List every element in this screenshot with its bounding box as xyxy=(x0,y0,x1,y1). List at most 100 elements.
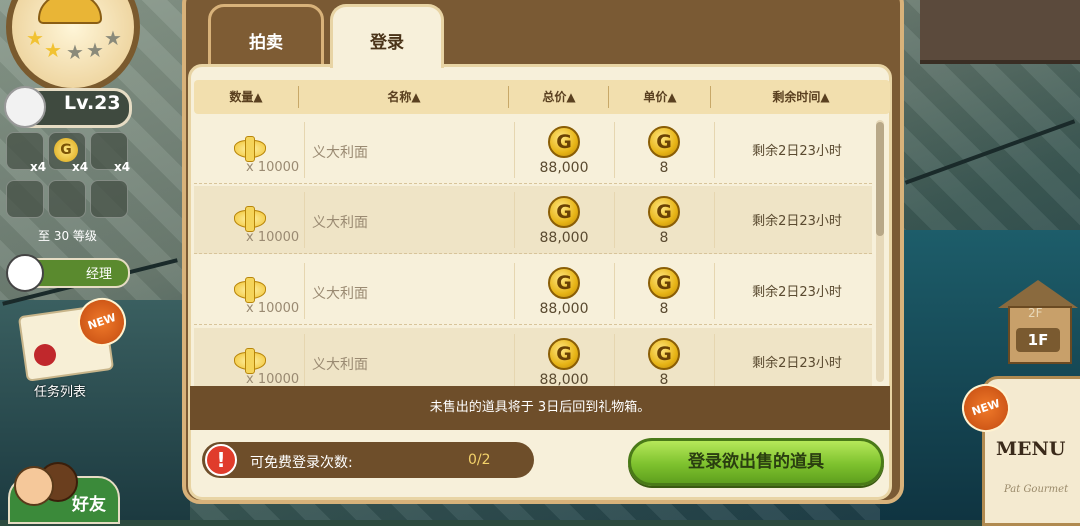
pasta-icon-knot xyxy=(245,206,255,232)
free-listing-label: 可免费登录次数: xyxy=(250,455,353,471)
column-total-price[interactable]: 总价▲ xyxy=(510,80,608,114)
row-total-price: 88,000 xyxy=(539,160,589,176)
gold-coin-icon: G xyxy=(548,267,580,299)
gold-coin-icon: G xyxy=(548,126,580,158)
row-remaining-time: 剩余2日23小时 xyxy=(752,285,842,300)
empty-slot[interactable] xyxy=(90,180,128,218)
row-divider xyxy=(614,334,615,386)
row-divider xyxy=(614,122,615,178)
gold-coin-icon: G xyxy=(648,126,680,158)
star-icon: ★ xyxy=(44,38,62,62)
row-divider xyxy=(514,192,515,248)
item-count: x4 xyxy=(114,160,131,174)
table-row[interactable]: x 10000 义大利面 G 88,000 G 8 剩余2日23小时 xyxy=(194,328,872,386)
row-quantity: x 10000 xyxy=(246,372,300,386)
header-divider xyxy=(298,86,299,108)
star-empty-icon: ★ xyxy=(66,40,84,64)
row-divider xyxy=(714,192,715,248)
row-divider xyxy=(304,263,305,319)
tab-register[interactable]: 登录 xyxy=(330,4,444,68)
gold-coin-icon: G xyxy=(648,196,680,228)
column-name[interactable]: 名称▲ xyxy=(300,80,508,114)
gold-coin-icon: G xyxy=(548,196,580,228)
column-quantity[interactable]: 数量▲ xyxy=(194,80,298,114)
pasta-icon xyxy=(234,277,266,303)
row-divider xyxy=(514,334,515,386)
header-divider xyxy=(710,86,711,108)
unsold-notice: 未售出的道具将于 3日后回到礼物箱。 xyxy=(190,386,890,430)
star-empty-icon: ★ xyxy=(104,26,122,50)
building-roof xyxy=(920,0,1080,64)
floor-roof-icon xyxy=(998,280,1078,308)
row-total-price: 88,000 xyxy=(539,372,589,386)
row-item-name: 义大利面 xyxy=(312,357,368,373)
row-divider xyxy=(514,122,515,178)
rank-label: 经理 xyxy=(86,267,113,282)
level-label: Lv.23 xyxy=(64,92,121,114)
gold-coin-icon: G xyxy=(548,338,580,370)
register-item-button[interactable]: 登录欲出售的道具 xyxy=(628,438,884,486)
row-item-name: 义大利面 xyxy=(312,286,368,302)
row-unit-price: 8 xyxy=(659,301,669,317)
row-remaining-time: 剩余2日23小时 xyxy=(752,214,842,229)
row-unit-price: 8 xyxy=(659,372,669,386)
empty-slot[interactable] xyxy=(48,180,86,218)
row-divider xyxy=(514,263,515,319)
gold-coin-icon: G xyxy=(648,267,680,299)
row-divider xyxy=(714,334,715,386)
pasta-icon xyxy=(234,206,266,232)
restaurant-dish-icon xyxy=(38,0,102,24)
pasta-icon xyxy=(234,136,266,162)
warning-icon: ! xyxy=(205,444,237,476)
wax-seal-icon xyxy=(34,344,56,366)
item-count: x4 xyxy=(72,160,89,174)
row-item-name: 义大利面 xyxy=(312,215,368,231)
header-divider xyxy=(608,86,609,108)
chef-hat-icon xyxy=(4,86,46,128)
table-row[interactable]: x 10000 义大利面 G 88,000 G 8 剩余2日23小时 xyxy=(194,116,872,184)
menu-sublabel: Pat Gourmet xyxy=(1004,484,1069,495)
row-divider xyxy=(714,122,715,178)
row-divider xyxy=(304,122,305,178)
floor-1f-button[interactable]: 1F xyxy=(1016,328,1060,352)
row-divider xyxy=(614,192,615,248)
row-remaining-time: 剩余2日23小时 xyxy=(752,356,842,371)
next-level-hint: 至 30 等级 xyxy=(38,229,97,243)
row-quantity: x 10000 xyxy=(246,160,300,175)
row-total-price: 88,000 xyxy=(539,301,589,317)
quest-list-label: 任务列表 xyxy=(34,385,87,400)
row-divider xyxy=(714,263,715,319)
row-item-name: 义大利面 xyxy=(312,145,368,161)
table-row[interactable]: x 10000 义大利面 G 88,000 G 8 剩余2日23小时 xyxy=(194,257,872,325)
friends-label: 好友 xyxy=(72,495,106,515)
row-unit-price: 8 xyxy=(659,160,669,176)
menu-label: MENU xyxy=(996,438,1066,460)
friend-avatar-icon xyxy=(14,466,54,506)
pasta-icon-knot xyxy=(245,348,255,374)
row-quantity: x 10000 xyxy=(246,230,300,245)
row-divider xyxy=(304,334,305,386)
free-listing-count: 0/2 xyxy=(468,452,491,468)
column-remaining-time[interactable]: 剩余时间▲ xyxy=(712,80,890,114)
tab-auction[interactable]: 拍卖 xyxy=(208,4,324,68)
column-unit-price[interactable]: 单价▲ xyxy=(610,80,710,114)
row-divider xyxy=(614,263,615,319)
row-unit-price: 8 xyxy=(659,230,669,246)
pasta-icon-knot xyxy=(245,136,255,162)
listing-table[interactable]: x 10000 义大利面 G 88,000 G 8 剩余2日23小时 x 100… xyxy=(194,116,880,386)
table-row[interactable]: x 10000 义大利面 G 88,000 G 8 剩余2日23小时 xyxy=(194,186,872,254)
gold-coin-icon: G xyxy=(648,338,680,370)
scrollbar-thumb[interactable] xyxy=(876,122,884,236)
star-empty-icon: ★ xyxy=(86,38,104,62)
row-total-price: 88,000 xyxy=(539,230,589,246)
row-quantity: x 10000 xyxy=(246,301,300,316)
item-count: x4 xyxy=(30,160,47,174)
header-divider xyxy=(508,86,509,108)
floor-2f-label[interactable]: 2F xyxy=(1028,306,1043,320)
manager-avatar xyxy=(6,254,44,292)
pasta-icon xyxy=(234,348,266,374)
pasta-icon-knot xyxy=(245,277,255,303)
row-remaining-time: 剩余2日23小时 xyxy=(752,144,842,159)
empty-slot[interactable] xyxy=(6,180,44,218)
row-divider xyxy=(304,192,305,248)
